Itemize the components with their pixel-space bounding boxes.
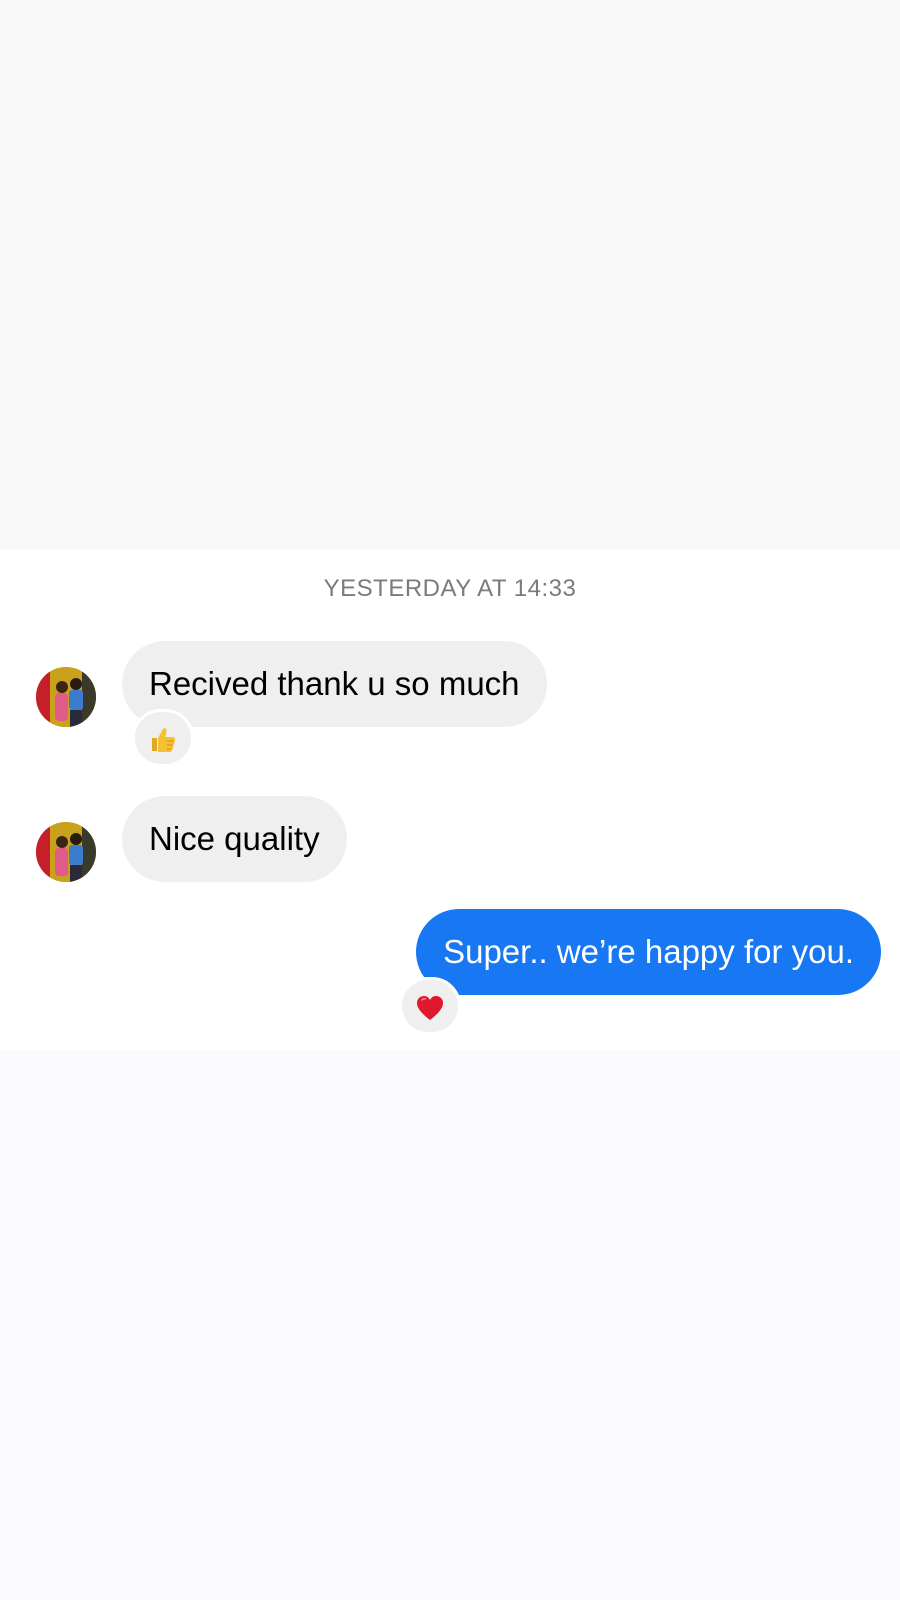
empty-bottom-area	[0, 1050, 900, 1600]
empty-top-area	[0, 0, 900, 550]
message-timestamp: YESTERDAY AT 14:33	[323, 575, 577, 602]
message-bubble-outgoing[interactable]: Super.. we’re happy for you.	[416, 909, 881, 995]
sender-avatar[interactable]	[36, 667, 96, 727]
thumbs-up-icon	[152, 727, 176, 752]
message-bubble-incoming[interactable]: Nice quality	[122, 796, 347, 882]
message-bubble-incoming[interactable]: Recived thank u so much	[122, 641, 547, 727]
sender-avatar[interactable]	[36, 822, 96, 882]
profile-photo-icon	[36, 667, 96, 727]
heart-icon	[417, 995, 443, 1020]
profile-photo-icon	[36, 822, 96, 882]
message-reaction[interactable]	[399, 977, 461, 1035]
message-reaction[interactable]	[132, 709, 194, 767]
